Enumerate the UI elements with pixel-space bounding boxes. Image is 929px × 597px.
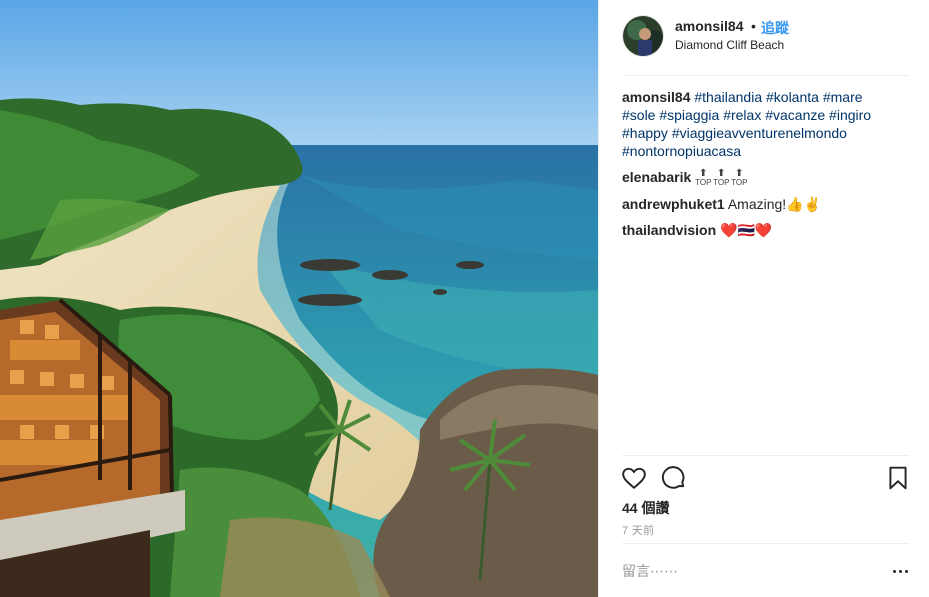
header-username-link[interactable]: amonsil84: [675, 18, 743, 34]
hashtag-link[interactable]: #happy: [622, 125, 668, 141]
top-arrow-emoji-icon: ⬆ TOP: [713, 168, 730, 188]
header-divider: [622, 75, 909, 76]
action-bar: [599, 458, 929, 498]
post-timestamp[interactable]: 7 天前: [622, 522, 654, 538]
avatar[interactable]: [622, 15, 664, 57]
comments-list: amonsil84 #thailandia #kolanta #mare #so…: [622, 88, 892, 247]
follow-button[interactable]: 追蹤: [761, 18, 789, 38]
comment-username-link[interactable]: amonsil84: [622, 89, 690, 105]
top-arrow-emoji-icon: ⬆ TOP: [695, 168, 712, 188]
hashtag-link[interactable]: #sole: [622, 107, 655, 123]
hashtag-link[interactable]: #viaggieavventurenelmondo: [672, 125, 847, 141]
comment-item: thailandvision ❤️🇹🇭❤️: [622, 221, 892, 239]
bookmark-icon[interactable]: [885, 465, 911, 491]
beach-photo-illustration: [0, 0, 598, 597]
location-link[interactable]: Diamond Cliff Beach: [675, 38, 784, 52]
more-options-icon[interactable]: [893, 564, 909, 578]
avatar-image: [623, 16, 663, 56]
comment-username-link[interactable]: elenabarik: [622, 169, 691, 185]
hashtag-link[interactable]: #ingiro: [829, 107, 871, 123]
comment-box-divider: [622, 543, 909, 544]
comment-text: Amazing!: [727, 196, 787, 213]
hashtag-link[interactable]: #thailandia: [694, 89, 762, 105]
caption-comment: amonsil84 #thailandia #kolanta #mare #so…: [622, 88, 892, 160]
actions-divider: [622, 455, 909, 456]
comment-input[interactable]: [622, 560, 872, 582]
hashtag-link[interactable]: #vacanze: [765, 107, 825, 123]
comment-username-link[interactable]: thailandvision: [622, 222, 716, 238]
hashtag-link[interactable]: #kolanta: [766, 89, 819, 105]
heart-icon[interactable]: [621, 465, 647, 491]
hashtag-link[interactable]: #mare: [823, 89, 863, 105]
comment-item: elenabarik ⬆ TOP ⬆ TOP ⬆ TOP: [622, 168, 892, 188]
post-photo: [0, 0, 598, 597]
post-side-panel: amonsil84 • 追蹤 Diamond Cliff Beach amons…: [598, 0, 929, 597]
post-header: amonsil84 • 追蹤 Diamond Cliff Beach: [599, 0, 929, 76]
likes-count[interactable]: 44 個讚: [622, 498, 669, 518]
hashtag-link[interactable]: #nontornopiuacasa: [622, 143, 741, 159]
hashtag-link[interactable]: #relax: [723, 107, 761, 123]
add-comment-form: [622, 560, 909, 582]
top-arrow-emoji-icon: ⬆ TOP: [731, 168, 748, 188]
hashtag-link[interactable]: #spiaggia: [659, 107, 719, 123]
thumbs-up-victory-emoji: 👍✌️: [786, 196, 822, 213]
comment-username-link[interactable]: andrewphuket1: [622, 196, 725, 212]
header-separator: •: [751, 18, 756, 34]
heart-flag-emoji: ❤️🇹🇭❤️: [720, 222, 773, 239]
comment-item: andrewphuket1 Amazing!👍✌️: [622, 195, 892, 213]
comment-bubble-icon[interactable]: [661, 465, 687, 491]
